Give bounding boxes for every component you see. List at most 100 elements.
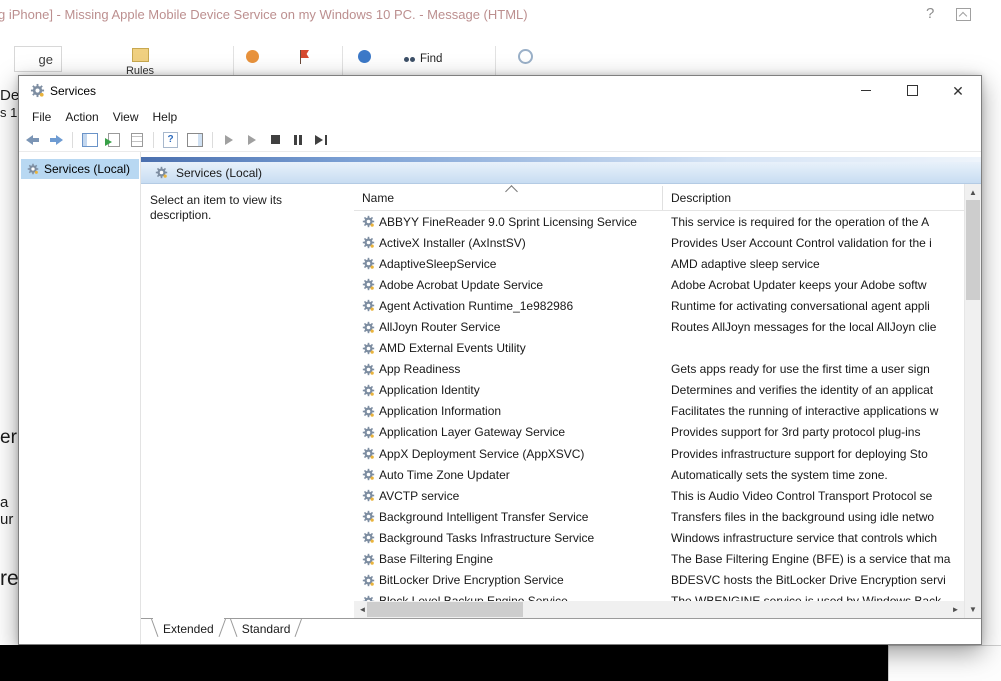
service-row[interactable]: Adobe Acrobat Update Service Adobe Acroba… bbox=[354, 274, 964, 295]
properties-button[interactable] bbox=[130, 131, 144, 149]
service-row[interactable]: Base Filtering Engine The Base Filtering … bbox=[354, 549, 964, 570]
resume-service-button[interactable] bbox=[245, 131, 259, 149]
toolbar-separator bbox=[212, 131, 213, 148]
scroll-down-arrow-icon[interactable]: ▼ bbox=[965, 601, 981, 618]
tab-extended-label: Extended bbox=[163, 622, 214, 636]
service-row[interactable]: Application Identity Determines and verif… bbox=[354, 380, 964, 401]
service-row[interactable]: Application Information Facilitates the r… bbox=[354, 401, 964, 422]
services-window-title: Services bbox=[50, 84, 97, 98]
service-row[interactable]: AllJoyn Router Service Routes AllJoyn mes… bbox=[354, 316, 964, 337]
help-button[interactable]: ? bbox=[163, 131, 178, 149]
service-row[interactable]: BitLocker Drive Encryption Service BDESVC… bbox=[354, 570, 964, 591]
horizontal-scroll-thumb[interactable] bbox=[367, 602, 523, 617]
rules-icon bbox=[131, 48, 149, 62]
message-text-fragment: ur bbox=[0, 511, 14, 528]
service-name: Application Information bbox=[379, 404, 502, 419]
service-row[interactable]: AdaptiveSleepService AMD adaptive sleep s… bbox=[354, 253, 964, 274]
back-button[interactable] bbox=[26, 131, 40, 149]
list-header: Name Description bbox=[354, 184, 964, 211]
find-button[interactable]: Find bbox=[404, 53, 442, 65]
tab-extended[interactable]: Extended bbox=[149, 618, 228, 642]
translate-icon[interactable] bbox=[358, 50, 371, 63]
ribbon-tab-message-fragment[interactable]: ge bbox=[14, 46, 62, 72]
service-name: AllJoyn Router Service bbox=[379, 320, 501, 335]
service-row[interactable]: Background Tasks Infrastructure Service W… bbox=[354, 527, 964, 548]
tab-standard-label: Standard bbox=[241, 622, 291, 636]
service-row[interactable]: ActiveX Installer (AxInstSV) Provides Use… bbox=[354, 232, 964, 253]
export-list-icon bbox=[105, 132, 120, 147]
service-gear-icon bbox=[362, 447, 375, 460]
column-header-name[interactable]: Name bbox=[362, 191, 394, 205]
maximize-button[interactable] bbox=[889, 76, 935, 105]
service-row[interactable]: AppX Deployment Service (AppXSVC) Provide… bbox=[354, 443, 964, 464]
zoom-icon[interactable] bbox=[518, 49, 533, 64]
service-row[interactable]: Background Intelligent Transfer Service T… bbox=[354, 506, 964, 527]
scroll-right-arrow-icon[interactable]: ► bbox=[947, 601, 964, 618]
binoculars-icon bbox=[404, 56, 409, 62]
horizontal-scrollbar[interactable]: ◄ ► bbox=[354, 601, 964, 618]
vertical-scroll-thumb[interactable] bbox=[966, 200, 980, 300]
console-tree-button[interactable] bbox=[82, 131, 98, 149]
restart-service-button[interactable] bbox=[314, 131, 328, 149]
outlook-titlebar: g iPhone] - Missing Apple Mobile Device … bbox=[0, 0, 1001, 30]
rules-button[interactable]: Rules bbox=[118, 48, 162, 77]
categorize-icon[interactable] bbox=[246, 50, 259, 63]
back-arrow-icon bbox=[26, 134, 40, 145]
service-row[interactable]: Auto Time Zone Updater Automatically sets… bbox=[354, 464, 964, 485]
vertical-scrollbar[interactable]: ▲ ▼ bbox=[964, 184, 981, 618]
service-name: Auto Time Zone Updater bbox=[379, 467, 510, 482]
service-row[interactable]: ABBYY FineReader 9.0 Sprint Licensing Se… bbox=[354, 211, 964, 232]
column-header-description[interactable]: Description bbox=[671, 191, 731, 205]
ribbon-display-options-icon[interactable] bbox=[956, 8, 971, 21]
forward-button[interactable] bbox=[49, 131, 63, 149]
service-gear-icon bbox=[362, 215, 375, 228]
service-row[interactable]: Application Layer Gateway Service Provide… bbox=[354, 422, 964, 443]
menu-action[interactable]: Action bbox=[63, 107, 100, 127]
service-gear-icon bbox=[362, 278, 375, 291]
tree-item-services-local[interactable]: Services (Local) bbox=[21, 159, 139, 179]
services-main-area: Services (Local) Services (Local) Select… bbox=[19, 152, 981, 644]
stop-service-button[interactable] bbox=[268, 131, 282, 149]
service-gear-icon bbox=[362, 426, 375, 439]
service-description: BDESVC hosts the BitLocker Drive Encrypt… bbox=[671, 573, 946, 588]
service-row[interactable]: App Readiness Gets apps ready for use the… bbox=[354, 359, 964, 380]
ribbon-separator bbox=[233, 46, 234, 77]
menu-help[interactable]: Help bbox=[151, 107, 180, 127]
service-description: Determines and verifies the identity of … bbox=[671, 383, 934, 398]
service-row[interactable]: Block Level Backup Engine Service The WBE… bbox=[354, 591, 964, 601]
service-description: Runtime for activating conversational ag… bbox=[671, 298, 930, 313]
service-name: Base Filtering Engine bbox=[379, 552, 494, 567]
services-titlebar[interactable]: Services ✕ bbox=[19, 76, 981, 105]
services-list-pane: Name Description ABBYY FineReader 9.0 Sp… bbox=[354, 184, 964, 618]
menu-view[interactable]: View bbox=[111, 107, 141, 127]
service-description: Adobe Acrobat Updater keeps your Adobe s… bbox=[671, 277, 927, 292]
service-row[interactable]: AVCTP service This is Audio Video Control… bbox=[354, 485, 964, 506]
service-name: AdaptiveSleepService bbox=[379, 256, 497, 271]
service-gear-icon bbox=[362, 257, 375, 270]
column-divider[interactable] bbox=[662, 186, 663, 210]
scroll-up-arrow-icon[interactable]: ▲ bbox=[965, 184, 981, 201]
export-list-button[interactable] bbox=[105, 131, 121, 149]
help-icon[interactable]: ? bbox=[926, 5, 934, 22]
pause-icon bbox=[294, 134, 302, 145]
service-row[interactable]: Agent Activation Runtime_1e982986 Runtime… bbox=[354, 295, 964, 316]
tab-standard[interactable]: Standard bbox=[228, 619, 305, 642]
play-icon bbox=[248, 134, 256, 145]
close-button[interactable]: ✕ bbox=[935, 76, 981, 105]
content-header: Services (Local) bbox=[141, 162, 981, 184]
service-row[interactable]: AMD External Events Utility bbox=[354, 338, 964, 359]
service-description: This is Audio Video Control Transport Pr… bbox=[671, 488, 933, 503]
pause-service-button[interactable] bbox=[291, 131, 305, 149]
toolbar-separator bbox=[72, 131, 73, 148]
menu-file[interactable]: File bbox=[30, 107, 53, 127]
service-name: AVCTP service bbox=[379, 488, 460, 503]
service-description: Windows infrastructure service that cont… bbox=[671, 530, 938, 545]
menu-bar: File Action View Help bbox=[19, 105, 981, 128]
action-pane-button[interactable] bbox=[187, 131, 203, 149]
start-service-button[interactable] bbox=[222, 131, 236, 149]
service-name: Block Level Backup Engine Service bbox=[379, 594, 662, 601]
minimize-button[interactable] bbox=[843, 76, 889, 105]
follow-up-flag-icon[interactable] bbox=[300, 50, 310, 64]
maximize-icon bbox=[906, 85, 918, 96]
close-icon: ✕ bbox=[952, 82, 964, 99]
